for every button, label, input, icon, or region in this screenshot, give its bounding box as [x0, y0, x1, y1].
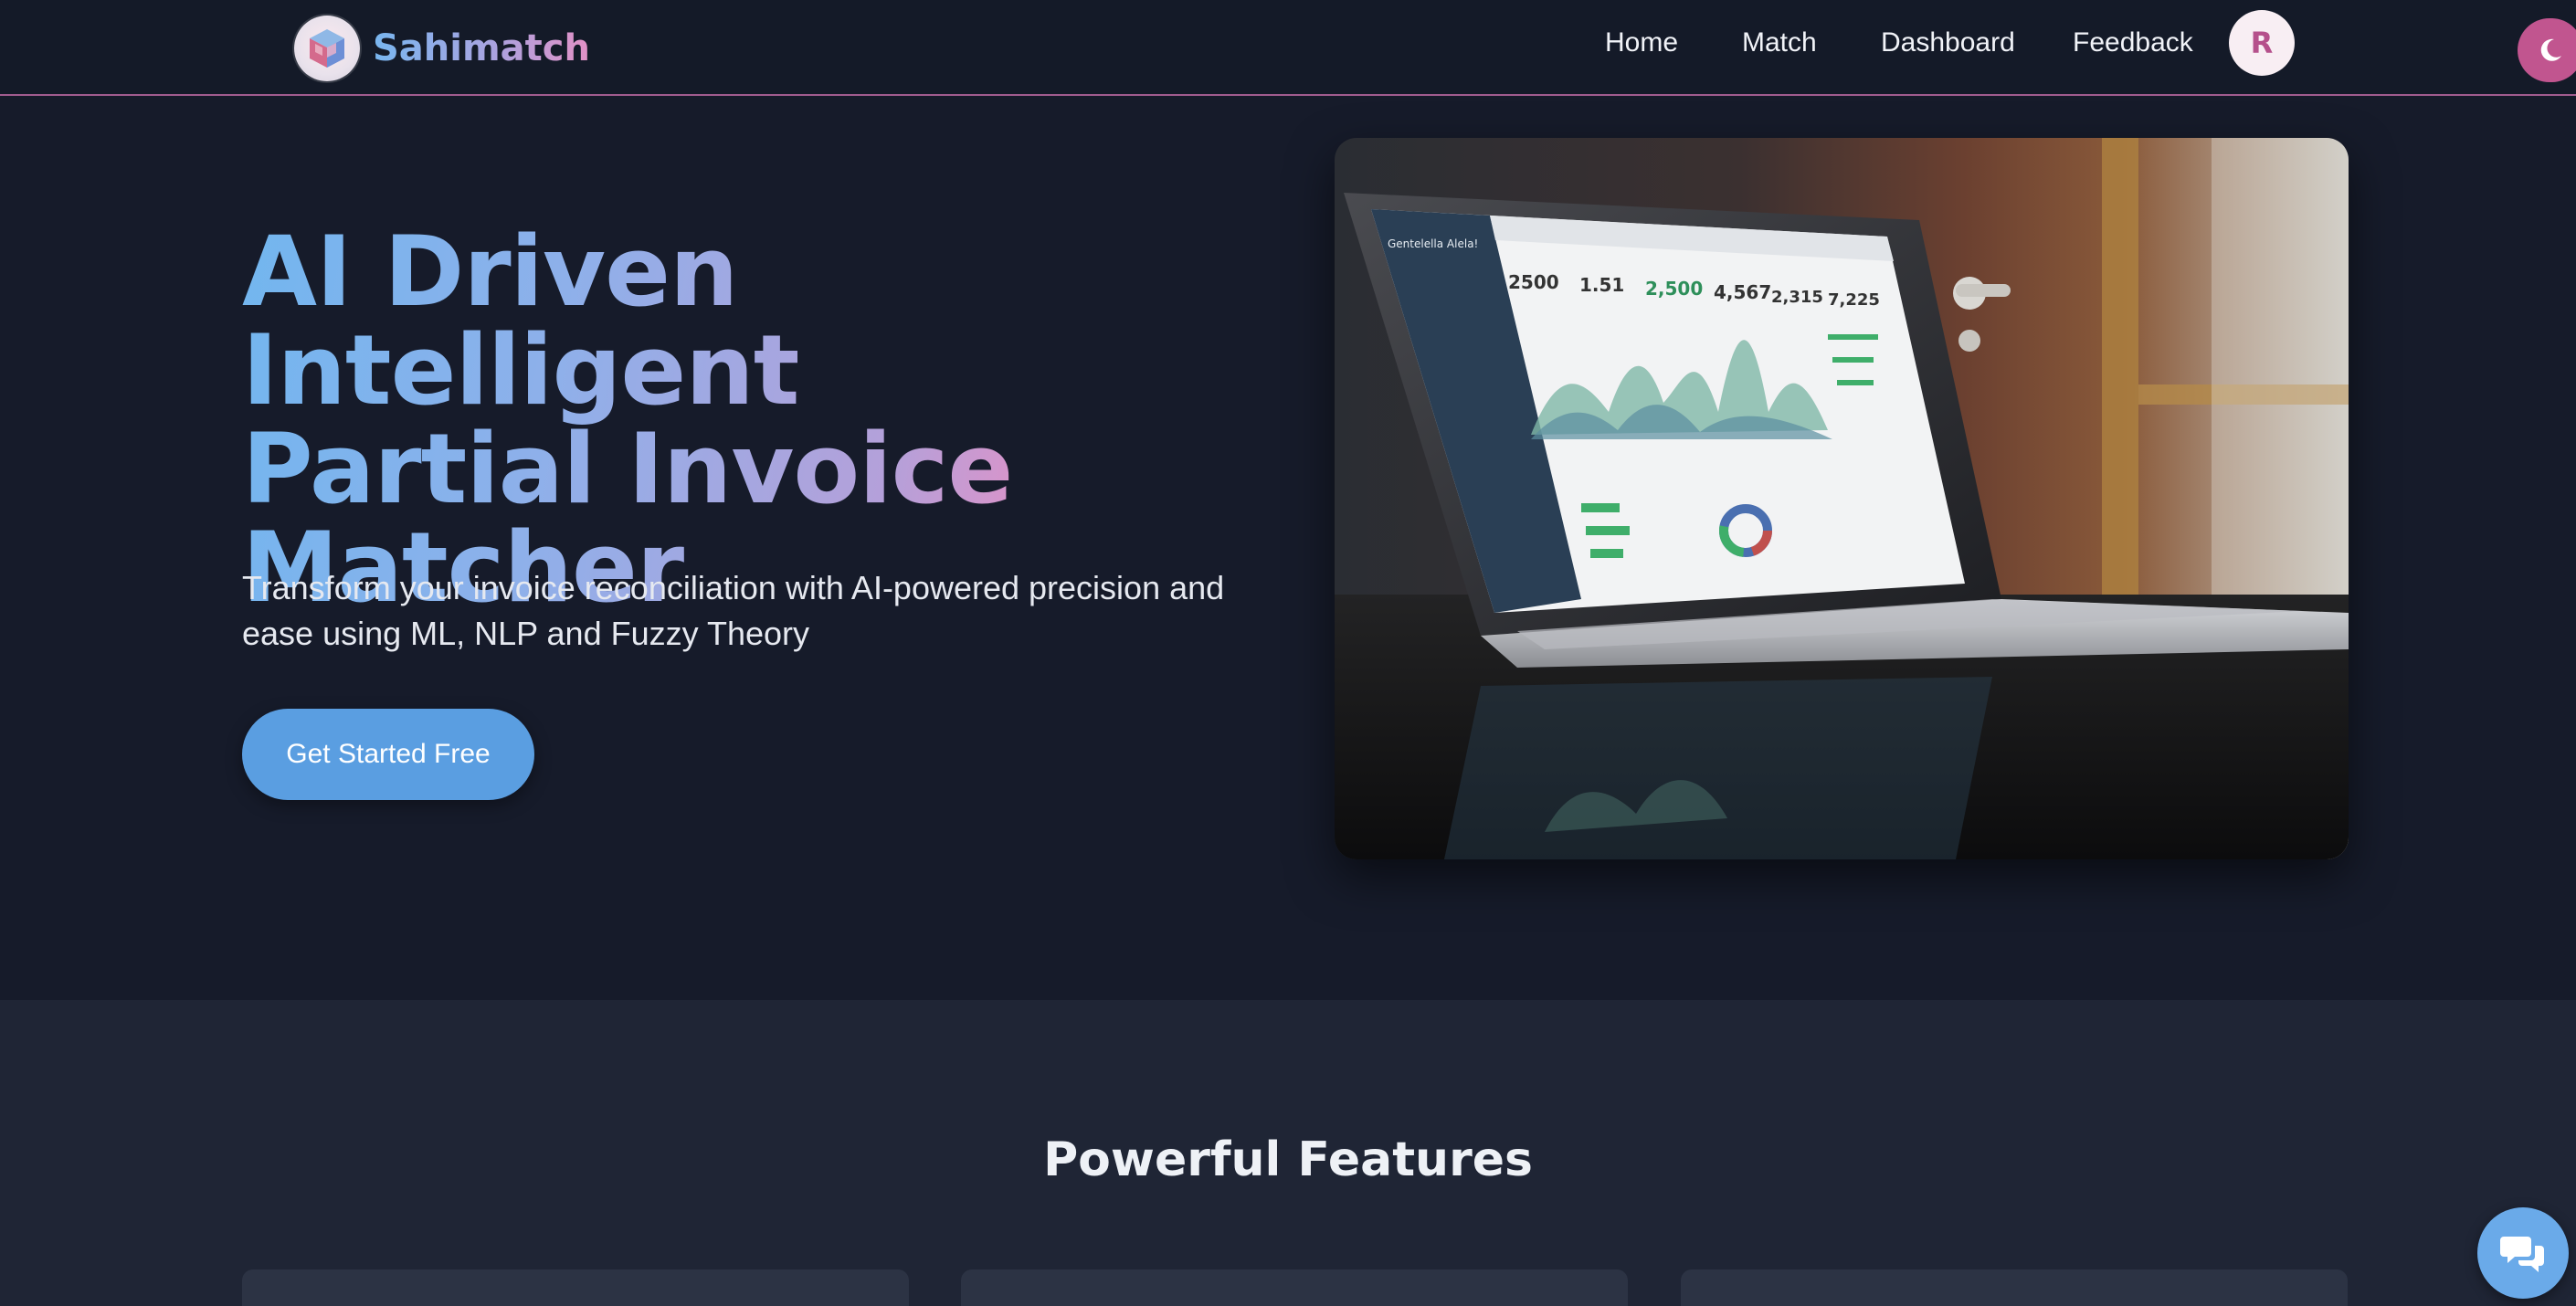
cube-logo-icon	[294, 15, 360, 81]
moon-icon	[2540, 38, 2561, 61]
nav-link-home[interactable]: Home	[1605, 27, 1678, 58]
nav-link-match[interactable]: Match	[1742, 27, 1817, 58]
user-avatar[interactable]: R	[2229, 10, 2295, 76]
get-started-button[interactable]: Get Started Free	[242, 709, 534, 800]
nav-link-feedback[interactable]: Feedback	[2073, 27, 2193, 58]
stat-6: 7,225	[1828, 290, 1880, 310]
features-title: Powerful Features	[1043, 1132, 1533, 1187]
stat-5: 2,315	[1771, 288, 1823, 307]
feature-card-2	[961, 1269, 1628, 1306]
hero-section: AI Driven Intelligent Partial Invoice Ma…	[0, 98, 2576, 1000]
brand-logo-link[interactable]: Sahimatch	[294, 0, 590, 96]
theme-toggle-button[interactable]	[2518, 18, 2576, 82]
feature-card-3	[1681, 1269, 2348, 1306]
feature-card-1	[242, 1269, 909, 1306]
features-section: Powerful Features	[0, 1000, 2576, 1306]
stat-4: 4,567	[1714, 281, 1771, 303]
stat-1: 2500	[1508, 271, 1559, 293]
screen-window-title: Gentelella Alela!	[1388, 237, 1478, 250]
stat-3: 2,500	[1645, 278, 1703, 300]
nav-link-dashboard[interactable]: Dashboard	[1881, 27, 2015, 58]
laptop-dashboard-photo: 2500 1.51 2,500 4,567 2,315 7,225 Gentel…	[1335, 138, 2349, 859]
hero-title: AI Driven Intelligent Partial Invoice Ma…	[242, 223, 1293, 617]
navbar: Sahimatch Home Match Dashboard Feedback …	[0, 0, 2576, 96]
hero-subtitle: Transform your invoice reconciliation wi…	[242, 569, 1225, 652]
chat-bubbles-icon	[2500, 1237, 2544, 1272]
stat-2: 1.51	[1579, 274, 1624, 296]
hero-title-line-2: Partial Invoice	[242, 413, 1013, 525]
brand-name: Sahimatch	[373, 26, 590, 69]
hero-title-line-1: AI Driven Intelligent	[242, 216, 799, 427]
chat-button[interactable]	[2477, 1207, 2569, 1299]
